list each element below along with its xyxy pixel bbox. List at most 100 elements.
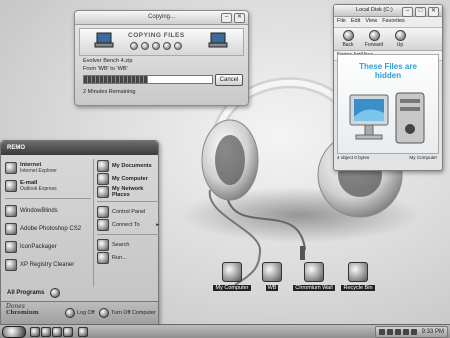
forward-button[interactable]: › Forward: [363, 30, 385, 48]
menu-separator: [97, 201, 159, 202]
desktop-icon-label: My Computer: [213, 285, 251, 291]
desktop-icon-label: Chromium Wall: [293, 285, 335, 291]
email-item[interactable]: E-mail Outlook Express: [5, 177, 91, 195]
cancel-button[interactable]: Cancel: [215, 74, 243, 86]
my-network-places-label: My Network Places: [112, 185, 144, 198]
my-computer-item[interactable]: My Computer: [97, 172, 159, 185]
menu-favorites[interactable]: Favorites: [382, 18, 405, 26]
copy-source-destination: From 'WB' to 'WB': [83, 66, 128, 72]
my-documents-item[interactable]: My Documents: [97, 159, 159, 172]
search-label: Search: [112, 241, 130, 248]
start-button[interactable]: [2, 326, 26, 338]
turn-off-label: Turn Off Computer: [111, 310, 156, 316]
tray-icon[interactable]: [378, 329, 385, 335]
quick-launch-icon[interactable]: [41, 327, 51, 337]
globe-icon: [5, 162, 17, 174]
connect-to-item[interactable]: Connect To ▸: [97, 218, 159, 231]
user-name: REMO: [7, 145, 25, 151]
up-label: Up: [396, 42, 404, 48]
explorer-statusbar: 4 object 0 bytes My Computer: [337, 155, 437, 163]
desktop-icon-my-computer[interactable]: My Computer: [210, 262, 254, 291]
maximize-button[interactable]: □: [415, 7, 426, 17]
tray-icon[interactable]: [402, 329, 409, 335]
start-menu-user-header: REMO: [1, 141, 158, 155]
hidden-files-message: These Files are hidden: [359, 62, 417, 80]
tray-icon[interactable]: [386, 329, 393, 335]
windowblinds-icon: [5, 205, 17, 217]
up-arrow-icon: ^: [394, 30, 406, 41]
forward-arrow-icon: ›: [368, 30, 380, 41]
time-remaining: 2 Minutes Remaining: [83, 89, 136, 95]
connect-icon: [97, 218, 109, 231]
all-programs-button[interactable]: All Programs: [7, 288, 61, 298]
submenu-arrow-icon: ▸: [156, 221, 159, 228]
quick-launch-expand-icon[interactable]: [78, 327, 88, 337]
explorer-toolbar: ‹ Back › Forward ^ Up: [334, 28, 442, 51]
minimize-button[interactable]: –: [402, 7, 413, 17]
turn-off-button[interactable]: Turn Off Computer: [99, 308, 156, 318]
log-off-button[interactable]: Log Off: [65, 308, 95, 318]
menu-file[interactable]: File: [337, 18, 346, 26]
registry-cleaner-icon: [5, 259, 17, 271]
taskbar: 9:33 PM: [0, 324, 450, 338]
drive-icon: [304, 262, 324, 282]
quick-launch-icon[interactable]: [52, 327, 62, 337]
program-photoshop[interactable]: Adobe Photoshop CS2: [5, 220, 91, 238]
my-network-places-item[interactable]: My Network Places: [97, 185, 159, 198]
photoshop-icon: [5, 223, 17, 235]
program-windowblinds[interactable]: WindowBlinds: [5, 202, 91, 220]
copy-animation-banner: COPYING FILES: [79, 28, 244, 56]
log-off-icon: [65, 308, 75, 318]
status-object-count: 4 object 0 bytes: [337, 155, 370, 160]
tray-icon[interactable]: [410, 329, 417, 335]
menu-edit[interactable]: Edit: [351, 18, 360, 26]
program-registry-cleaner[interactable]: XP Registry Cleaner: [5, 256, 91, 274]
quick-launch-icon[interactable]: [30, 327, 40, 337]
mail-icon: [5, 180, 17, 192]
power-icon: [99, 308, 109, 318]
menu-separator: [5, 198, 91, 199]
source-laptop-icon: [94, 32, 114, 48]
run-icon: [97, 251, 109, 264]
computer-icon: [222, 262, 242, 282]
explorer-title: Local Disk (C:): [356, 7, 393, 13]
desktop-icon-label: WB: [265, 285, 279, 291]
program-label: Adobe Photoshop CS2: [20, 226, 82, 232]
progress-dot: [141, 42, 149, 50]
close-button[interactable]: ✕: [234, 13, 245, 23]
start-menu-footer: Dones Chromium Log Off Turn Off Computer: [1, 301, 158, 324]
desktop-icon-label: Recycle Bin: [341, 285, 375, 291]
explorer-titlebar[interactable]: Local Disk (C:) – □ ✕: [334, 5, 442, 17]
desktop-icon-chromium-wall[interactable]: Chromium Wall: [292, 262, 336, 291]
program-label: XP Registry Cleaner: [20, 262, 75, 268]
computer-illustration: [349, 92, 425, 144]
email-subtitle: Outlook Express: [20, 186, 57, 192]
program-iconpackager[interactable]: IconPackager: [5, 238, 91, 256]
quick-launch-icon[interactable]: [63, 327, 73, 337]
internet-item[interactable]: Internet Internet Explorer: [5, 159, 91, 177]
start-menu: REMO Internet Internet Explorer E-mail O…: [0, 140, 159, 325]
run-item[interactable]: Run...: [97, 251, 159, 264]
computer-icon: [97, 172, 109, 185]
control-panel-item[interactable]: Control Panel: [97, 205, 159, 218]
clock[interactable]: 9:33 PM: [422, 329, 444, 335]
menu-view[interactable]: View: [365, 18, 377, 26]
copy-progress-fill: [84, 76, 148, 83]
system-tray: 9:33 PM: [374, 326, 448, 338]
copying-dialog-titlebar[interactable]: Copying... – ✕: [75, 11, 248, 25]
up-button[interactable]: ^ Up: [389, 30, 411, 48]
drive-icon: [262, 262, 282, 282]
back-button[interactable]: ‹ Back: [337, 30, 359, 48]
tray-icon[interactable]: [394, 329, 401, 335]
minimize-button[interactable]: –: [221, 13, 232, 23]
destination-laptop-icon: [208, 32, 228, 48]
iconpackager-icon: [5, 241, 17, 253]
search-icon: [97, 238, 109, 251]
explorer-content: These Files are hidden: [337, 54, 439, 154]
progress-dot: [130, 42, 138, 50]
explorer-menubar: File Edit View Favorites: [334, 17, 442, 28]
search-item[interactable]: Search: [97, 238, 159, 251]
close-button[interactable]: ✕: [428, 7, 439, 17]
desktop-icon-recycle-bin[interactable]: Recycle Bin: [336, 262, 380, 291]
desktop-icon-wb[interactable]: WB: [250, 262, 294, 291]
